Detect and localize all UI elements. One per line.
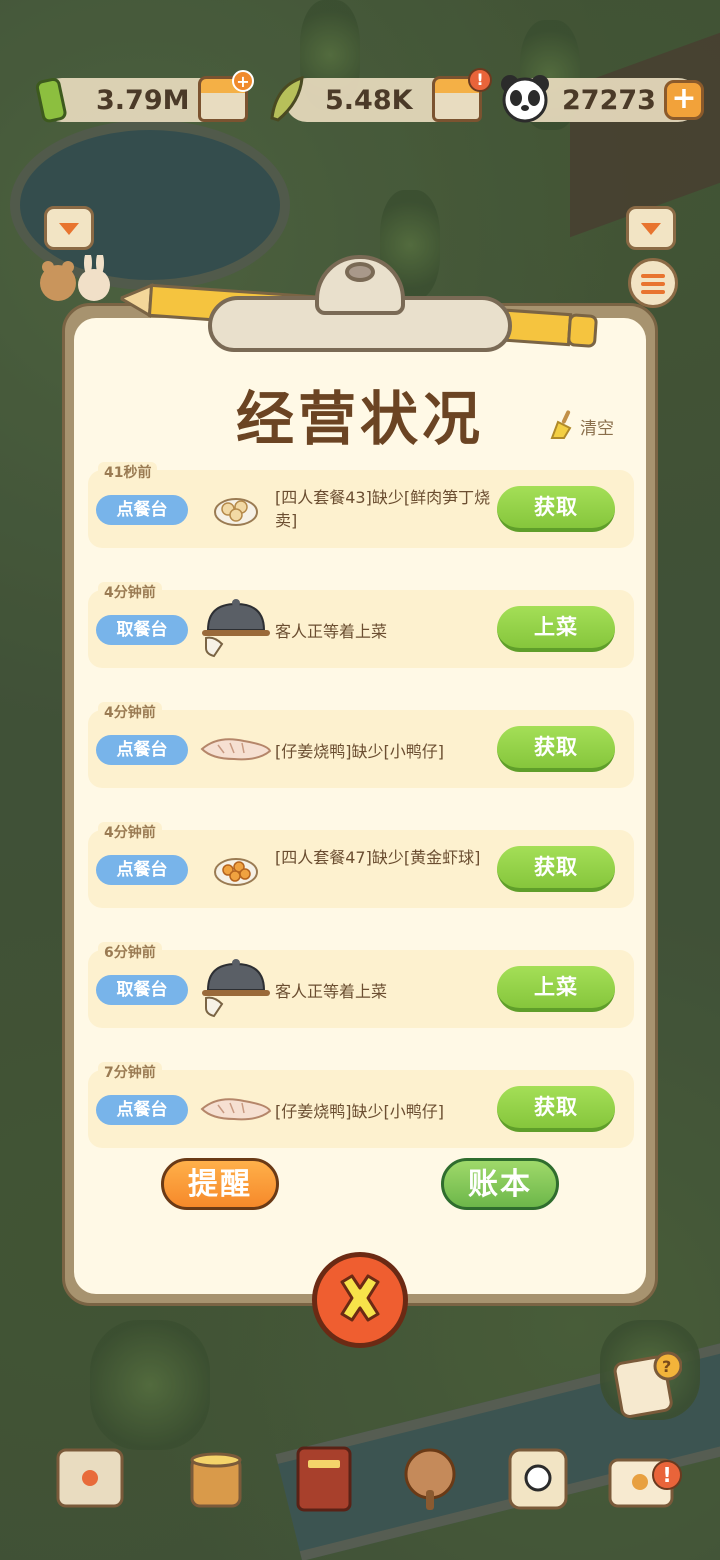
entry-time: 6分钟前: [98, 942, 162, 964]
list-item: 4分钟前 点餐台 [仔姜烧鸭]缺少[小鸭仔] 获取: [88, 688, 634, 788]
bamboo-value: 5.48K: [325, 84, 413, 116]
bamboo-leaf-icon: [266, 72, 310, 126]
list-item: 41秒前 点餐台 [四人套餐43]缺少[鲜肉笋丁烧卖] 获取: [88, 448, 634, 548]
clear-label: 清空: [580, 418, 614, 439]
scene-dropdown-arrow-button[interactable]: [44, 206, 94, 250]
chef-tools-icon[interactable]: [392, 1440, 468, 1516]
dumpling-dish-icon: [196, 481, 276, 537]
list-item: 4分钟前 点餐台 [四人套餐47]缺少[黄金虾球] 获取: [88, 808, 634, 908]
ledger-button[interactable]: 账本: [441, 1158, 559, 1210]
entry-time: 7分钟前: [98, 1062, 162, 1084]
serve-button[interactable]: 上菜: [497, 606, 615, 652]
list-item: 7分钟前 点餐台 [仔姜烧鸭]缺少[小鸭仔] 获取: [88, 1048, 634, 1148]
bear-rabbit-mascot-icon: [36, 251, 116, 309]
clip-hole: [345, 262, 375, 282]
entry-message: [四人套餐47]缺少[黄金虾球]: [275, 848, 481, 867]
entry-station-tag: 点餐台: [96, 735, 188, 765]
menu-list-icon[interactable]: [628, 258, 678, 308]
scene-dropdown-arrow-button[interactable]: [626, 206, 676, 250]
status-log-list[interactable]: 41秒前 点餐台 [四人套餐43]缺少[鲜肉笋丁烧卖] 获取 4分钟前 取餐台 …: [88, 448, 634, 1148]
entry-station-tag: 取餐台: [96, 615, 188, 645]
add-currency-button[interactable]: +: [664, 80, 704, 120]
add-badge-icon: +: [232, 70, 254, 92]
close-button[interactable]: [312, 1252, 408, 1348]
menu-book-icon[interactable]: [286, 1440, 362, 1516]
get-button[interactable]: 获取: [497, 846, 615, 892]
entry-time: 41秒前: [98, 462, 158, 484]
entry-message: [仔姜烧鸭]缺少[小鸭仔]: [275, 1102, 444, 1121]
serving-cloche-icon: [196, 959, 276, 1018]
raw-duck-icon: [196, 721, 276, 777]
alert-badge-icon: !: [652, 1460, 682, 1490]
panda-icon: [498, 72, 552, 124]
entry-station-tag: 点餐台: [96, 495, 188, 525]
get-button[interactable]: 获取: [497, 486, 615, 532]
bamboo-shoot-icon: [32, 74, 72, 124]
bamboo-shoot-value: 3.79M: [96, 84, 190, 116]
entry-message: 客人正等着上菜: [275, 622, 388, 641]
entry-message: 客人正等着上菜: [275, 982, 388, 1001]
map-icon[interactable]: [52, 1440, 128, 1516]
remind-button[interactable]: 提醒: [161, 1158, 279, 1210]
alert-badge-icon: !: [468, 68, 492, 92]
shrimp-balls-dish-icon: [196, 841, 276, 897]
close-icon: [330, 1268, 390, 1332]
clear-button[interactable]: 清空: [548, 408, 614, 444]
svg-text:?: ?: [662, 1357, 671, 1376]
serving-cloche-icon: [196, 599, 276, 658]
list-item: 4分钟前 取餐台 客人正等着上菜 上菜: [88, 568, 634, 668]
broom-icon: [548, 408, 576, 444]
entry-time: 4分钟前: [98, 822, 162, 844]
raw-duck-icon: [196, 1081, 276, 1137]
paint-bucket-icon[interactable]: [178, 1440, 254, 1516]
entry-station-tag: 点餐台: [96, 1095, 188, 1125]
entry-time: 4分钟前: [98, 702, 162, 724]
entry-time: 4分钟前: [98, 582, 162, 604]
entry-message: [四人套餐43]缺少[鲜肉笋丁烧卖]: [275, 488, 491, 530]
panda-value: 27273: [562, 84, 656, 116]
panda-id-card-icon[interactable]: [500, 1440, 576, 1516]
serve-button[interactable]: 上菜: [497, 966, 615, 1012]
entry-station-tag: 取餐台: [96, 975, 188, 1005]
entry-message: [仔姜烧鸭]缺少[小鸭仔]: [275, 742, 444, 761]
get-button[interactable]: 获取: [497, 1086, 615, 1132]
task-notebook-icon[interactable]: ?: [612, 1350, 683, 1420]
get-button[interactable]: 获取: [497, 726, 615, 772]
entry-station-tag: 点餐台: [96, 855, 188, 885]
list-item: 6分钟前 取餐台 客人正等着上菜 上菜: [88, 928, 634, 1028]
